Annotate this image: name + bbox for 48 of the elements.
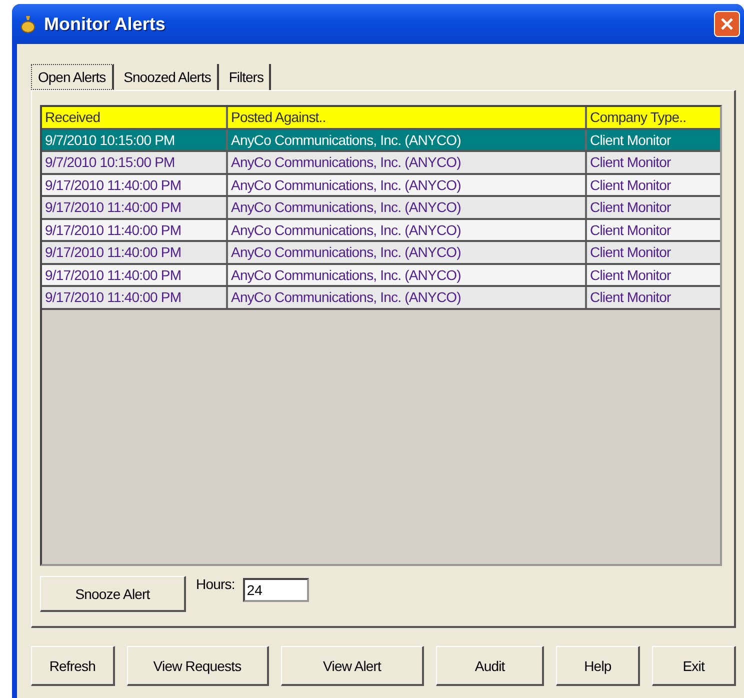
window-title: Monitor Alerts (44, 14, 166, 34)
table-row[interactable]: 9/17/2010 11:40:00 PM AnyCo Communications, Inc. (ANYCO) Client Monitor (42, 197, 720, 220)
action-button[interactable]: Refresh (31, 646, 115, 686)
table-cell-text: Client Monitor (589, 243, 672, 262)
table-row[interactable]: 9/7/2010 10:15:00 PM AnyCo Communications, Inc. (ANYCO) Client Monitor (42, 152, 720, 174)
table-row[interactable]: 9/17/2010 11:40:00 PM AnyCo Communications, Inc. (ANYCO) Client Monitor (42, 264, 720, 287)
close-icon (720, 17, 734, 31)
table-cell: 9/17/2010 11:40:00 PM (42, 242, 228, 262)
column-header[interactable]: Received (42, 107, 228, 128)
tab[interactable]: Open Alerts (31, 64, 114, 90)
table-cell: 9/17/2010 11:40:00 PM (42, 287, 228, 308)
table-row[interactable]: 9/7/2010 10:15:00 PM AnyCo Communications, Inc. (ANYCO) Client Monitor (42, 130, 720, 152)
table-cell-text: Client Monitor (589, 266, 672, 284)
action-button[interactable]: View Alert (280, 646, 424, 686)
table-cell: AnyCo Communications, Inc. (ANYCO) (228, 197, 587, 218)
table-cell: 9/17/2010 11:40:00 PM (42, 264, 228, 285)
table-cell-text: Client Monitor (589, 130, 672, 150)
table-row[interactable]: 9/17/2010 11:40:00 PM AnyCo Communications, Inc. (ANYCO) Client Monitor (42, 242, 720, 264)
table-cell: AnyCo Communications, Inc. (ANYCO) (228, 130, 587, 150)
column-header[interactable]: Posted Against.. (228, 107, 587, 128)
table-row[interactable]: 9/17/2010 11:40:00 PM AnyCo Communications, Inc. (ANYCO) Client Monitor (42, 174, 720, 197)
table-cell-text: Client Monitor (589, 220, 672, 240)
hours-field[interactable]: 24 (242, 578, 309, 602)
action-button[interactable]: View Requests (126, 646, 269, 686)
table-cell-text: Client Monitor (589, 198, 672, 217)
table-cell: 9/7/2010 10:15:00 PM (42, 152, 228, 172)
table-cell: AnyCo Communications, Inc. (ANYCO) (228, 174, 587, 195)
action-button[interactable]: Exit (652, 646, 736, 686)
table-cell: 9/17/2010 11:40:00 PM (42, 197, 228, 218)
table-cell: AnyCo Communications, Inc. (ANYCO) (228, 220, 587, 240)
action-button[interactable]: Help (556, 646, 640, 686)
table-row[interactable]: 9/17/2010 11:40:00 PM AnyCo Communications, Inc. (ANYCO) Client Monitor (42, 220, 720, 242)
close-button[interactable] (714, 11, 740, 37)
table-cell-text: Client Monitor (589, 288, 672, 307)
table-cell: 9/7/2010 10:15:00 PM (42, 130, 228, 150)
snooze-alert-button[interactable]: Snooze Alert (40, 576, 186, 612)
table-row[interactable]: 9/17/2010 11:40:00 PM AnyCo Communications, Inc. (ANYCO) Client Monitor (42, 287, 720, 310)
table-cell: AnyCo Communications, Inc. (ANYCO) (228, 242, 587, 262)
table-cell: 9/17/2010 11:40:00 PM (42, 220, 228, 240)
table-cell: 9/17/2010 11:40:00 PM (42, 174, 228, 195)
hours-label: Hours: (196, 576, 235, 592)
table-cell: AnyCo Communications, Inc. (ANYCO) (228, 264, 587, 285)
column-header[interactable]: Company Type.. (587, 107, 720, 128)
table-cell-text: Client Monitor (589, 176, 672, 194)
table-cell: AnyCo Communications, Inc. (ANYCO) (228, 152, 587, 172)
table-cell: AnyCo Communications, Inc. (ANYCO) (228, 287, 587, 308)
table-cell-text: Client Monitor (589, 153, 672, 172)
action-button[interactable]: Audit (436, 646, 544, 686)
